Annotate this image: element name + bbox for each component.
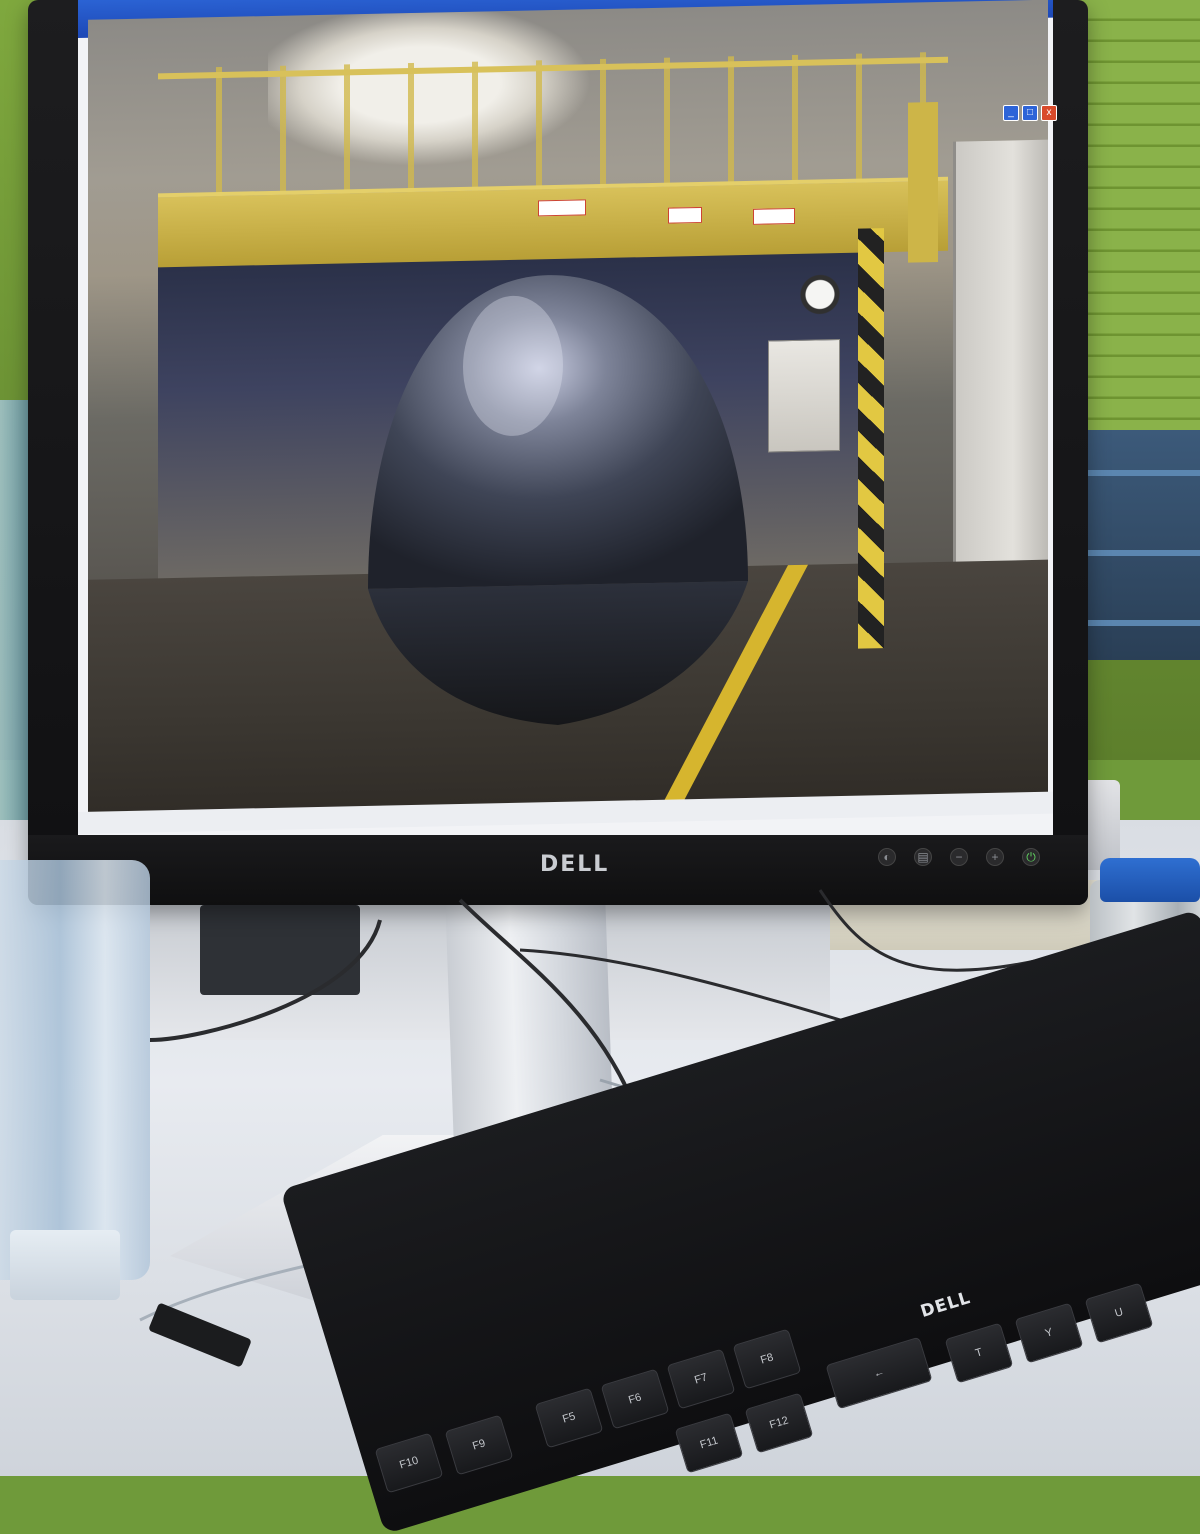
- maximize-icon[interactable]: □: [1022, 105, 1038, 121]
- minus-icon[interactable]: −: [950, 848, 968, 866]
- photo-warning-sign: [668, 206, 702, 224]
- water-bottle: [0, 860, 150, 1280]
- input-select-icon[interactable]: ◐: [878, 848, 896, 866]
- window-blinds: [1070, 0, 1200, 430]
- displayed-photo: [88, 0, 1048, 820]
- monitor-buttons: ◐ ▤ − + ⏻: [878, 848, 1058, 866]
- bottle-label: [10, 1230, 120, 1300]
- photo-control-box: [768, 339, 840, 453]
- shelf-rack: [1070, 430, 1200, 660]
- dome-top: [368, 275, 748, 589]
- shelf-bar: [1070, 550, 1200, 556]
- monitor-brand-logo: DELL: [540, 852, 610, 877]
- photo-door: [953, 139, 1048, 582]
- plus-icon[interactable]: +: [986, 848, 1004, 866]
- close-icon[interactable]: x: [1041, 105, 1057, 121]
- menu-icon[interactable]: ▤: [914, 848, 932, 866]
- shelf-bar: [1070, 620, 1200, 626]
- jar-lid: [1100, 858, 1200, 902]
- photo-striped-post: [858, 228, 884, 649]
- monitor-io-panel: [200, 905, 360, 995]
- photo-gauge: [800, 274, 840, 315]
- monitor-screen: [78, 0, 1053, 861]
- dome-base: [368, 580, 748, 725]
- power-icon[interactable]: ⏻: [1022, 848, 1040, 866]
- photo-warning-sign: [538, 199, 586, 217]
- minimize-icon[interactable]: _: [1003, 105, 1019, 121]
- photo-stair: [908, 101, 938, 263]
- window-controls: _ □ x: [1000, 102, 1188, 121]
- shelf-bar: [1070, 470, 1200, 476]
- photo-warning-sign: [753, 207, 795, 225]
- photo-dome-object: [368, 275, 748, 725]
